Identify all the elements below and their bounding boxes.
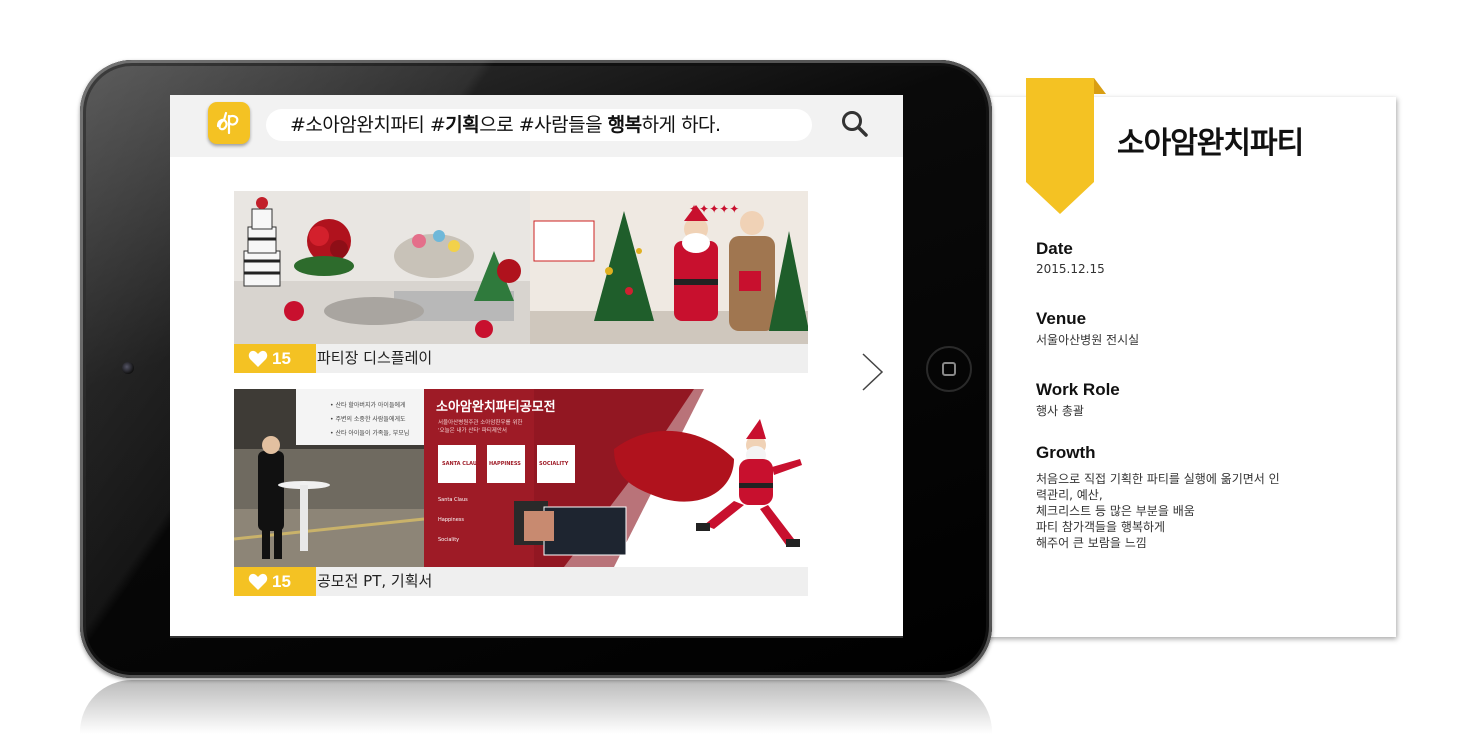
app-logo-icon[interactable] — [208, 102, 250, 144]
post-image: • 산타 할아버지가 아이들에게 • 주변의 소중한 사람들에게도 • 산타 아… — [234, 389, 808, 567]
search-text: #소아암완치파티 # — [290, 114, 446, 136]
post-card-party-display[interactable]: ✦✦✦✦✦ 15 파티장 디스플레이 — [234, 191, 808, 373]
slide-card: HAPPINESS — [489, 461, 521, 467]
like-button[interactable]: 15 — [234, 344, 316, 373]
tablet-screen: #소아암완치파티 #기획으로 #사람들을 행복하게 하다. ✦✦✦✦✦ 15 파… — [170, 95, 903, 638]
work-role-value: 행사 총괄 — [1036, 404, 1084, 418]
project-title: 소아암완치파티 — [1117, 126, 1304, 161]
tablet-reflection — [80, 680, 992, 740]
growth-line: 처음으로 직접 기획한 파티를 실행에 옮기면서 인 — [1036, 472, 1280, 486]
slide-card: SOCIALITY — [539, 461, 569, 467]
post-caption: 공모전 PT, 기획서 — [317, 572, 433, 590]
post-card-contest-pt[interactable]: • 산타 할아버지가 아이들에게 • 주변의 소중한 사람들에게도 • 산타 아… — [234, 389, 808, 596]
work-role-label: Work Role — [1036, 380, 1120, 399]
growth-line: 해주어 큰 보람을 느낌 — [1036, 536, 1147, 550]
venue-value: 서울아산병원 전시실 — [1036, 333, 1140, 347]
top-bar: #소아암완치파티 #기획으로 #사람들을 행복하게 하다. — [170, 95, 903, 157]
post-caption: 파티장 디스플레이 — [317, 349, 433, 367]
ribbon-bookmark-icon — [1026, 78, 1106, 214]
date-value: 2015.12.15 — [1036, 262, 1105, 276]
svg-text:✦✦✦✦✦: ✦✦✦✦✦ — [689, 202, 739, 216]
like-count: 15 — [272, 571, 291, 591]
slide-list-item: Sociality — [438, 537, 459, 543]
screen-bottom-edge — [170, 636, 903, 638]
slide-list-item: Happiness — [438, 517, 464, 523]
growth-line: 파티 참가객들을 행복하게 — [1036, 520, 1166, 534]
slide-title: 소아암완치파티공모전 — [436, 399, 556, 415]
post-caption-bar: 15 공모전 PT, 기획서 — [234, 567, 808, 596]
heart-icon — [248, 573, 268, 590]
search-icon[interactable] — [840, 109, 870, 139]
search-text-bold: 행복 — [607, 114, 642, 136]
growth-label: Growth — [1036, 443, 1096, 462]
slide-bullet: • 주변의 소중한 사람들에게도 — [330, 415, 406, 423]
post-caption-bar: 15 파티장 디스플레이 — [234, 344, 808, 373]
search-text: 하게 하다. — [641, 114, 722, 136]
slide-subtitle: 서울아산병원주관 소아암환우를 위한 — [438, 418, 522, 426]
search-input[interactable]: #소아암완치파티 #기획으로 #사람들을 행복하게 하다. — [266, 109, 812, 141]
date-label: Date — [1036, 239, 1073, 258]
camera-icon — [122, 362, 134, 374]
home-button-icon[interactable] — [926, 346, 972, 392]
post-image: ✦✦✦✦✦ — [234, 191, 808, 344]
like-count: 15 — [272, 348, 291, 368]
slide-bullet: • 산타 할아버지가 아이들에게 — [330, 401, 406, 409]
slide-card: SANTA CLAUS — [442, 461, 481, 467]
heart-icon — [248, 350, 268, 367]
slide-bullet: • 산타 아이들이 가족들, 부모님 — [330, 429, 409, 437]
growth-description: 처음으로 직접 기획한 파티를 실행에 옮기면서 인 력관리, 예산, 체크리스… — [1036, 471, 1326, 551]
growth-line: 력관리, 예산, — [1036, 488, 1103, 502]
slide-list-item: Santa Claus — [438, 497, 468, 503]
venue-label: Venue — [1036, 309, 1087, 328]
chevron-right-icon[interactable] — [860, 351, 886, 393]
slide-subtitle: '오늘은 내가 산타' 파티제안서 — [438, 426, 507, 434]
search-text-bold: 기획 — [445, 114, 480, 136]
search-text: 으로 #사람들을 — [479, 114, 608, 136]
like-button[interactable]: 15 — [234, 567, 316, 596]
growth-line: 체크리스트 등 많은 부분을 배움 — [1036, 504, 1195, 518]
